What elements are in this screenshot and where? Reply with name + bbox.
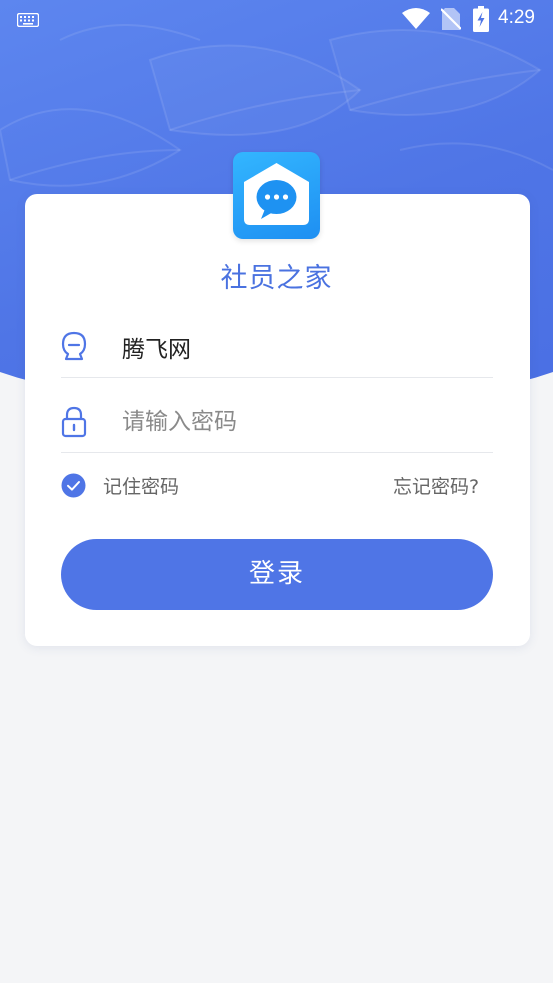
username-row — [61, 317, 493, 378]
app-title: 社员之家 — [220, 263, 333, 294]
remember-password-label: 记住密码 — [103, 476, 180, 498]
wifi-icon — [402, 8, 430, 34]
password-row — [61, 392, 493, 453]
username-input[interactable] — [122, 327, 482, 367]
no-sim-icon — [440, 7, 462, 35]
status-time: 4:29 — [498, 7, 535, 28]
status-bar: 4:29 — [0, 0, 553, 40]
login-button[interactable]: 登录 — [61, 539, 493, 610]
battery-charging-icon — [473, 6, 489, 36]
lock-icon — [61, 406, 87, 442]
keyboard-icon — [16, 12, 40, 31]
password-input[interactable] — [122, 402, 482, 442]
user-avatar-icon — [61, 331, 87, 365]
forgot-password-link[interactable]: 忘记密码? — [393, 472, 479, 499]
app-logo — [233, 152, 320, 239]
chat-bubble-house-icon — [244, 163, 309, 225]
checkmark-icon[interactable] — [61, 473, 86, 502]
